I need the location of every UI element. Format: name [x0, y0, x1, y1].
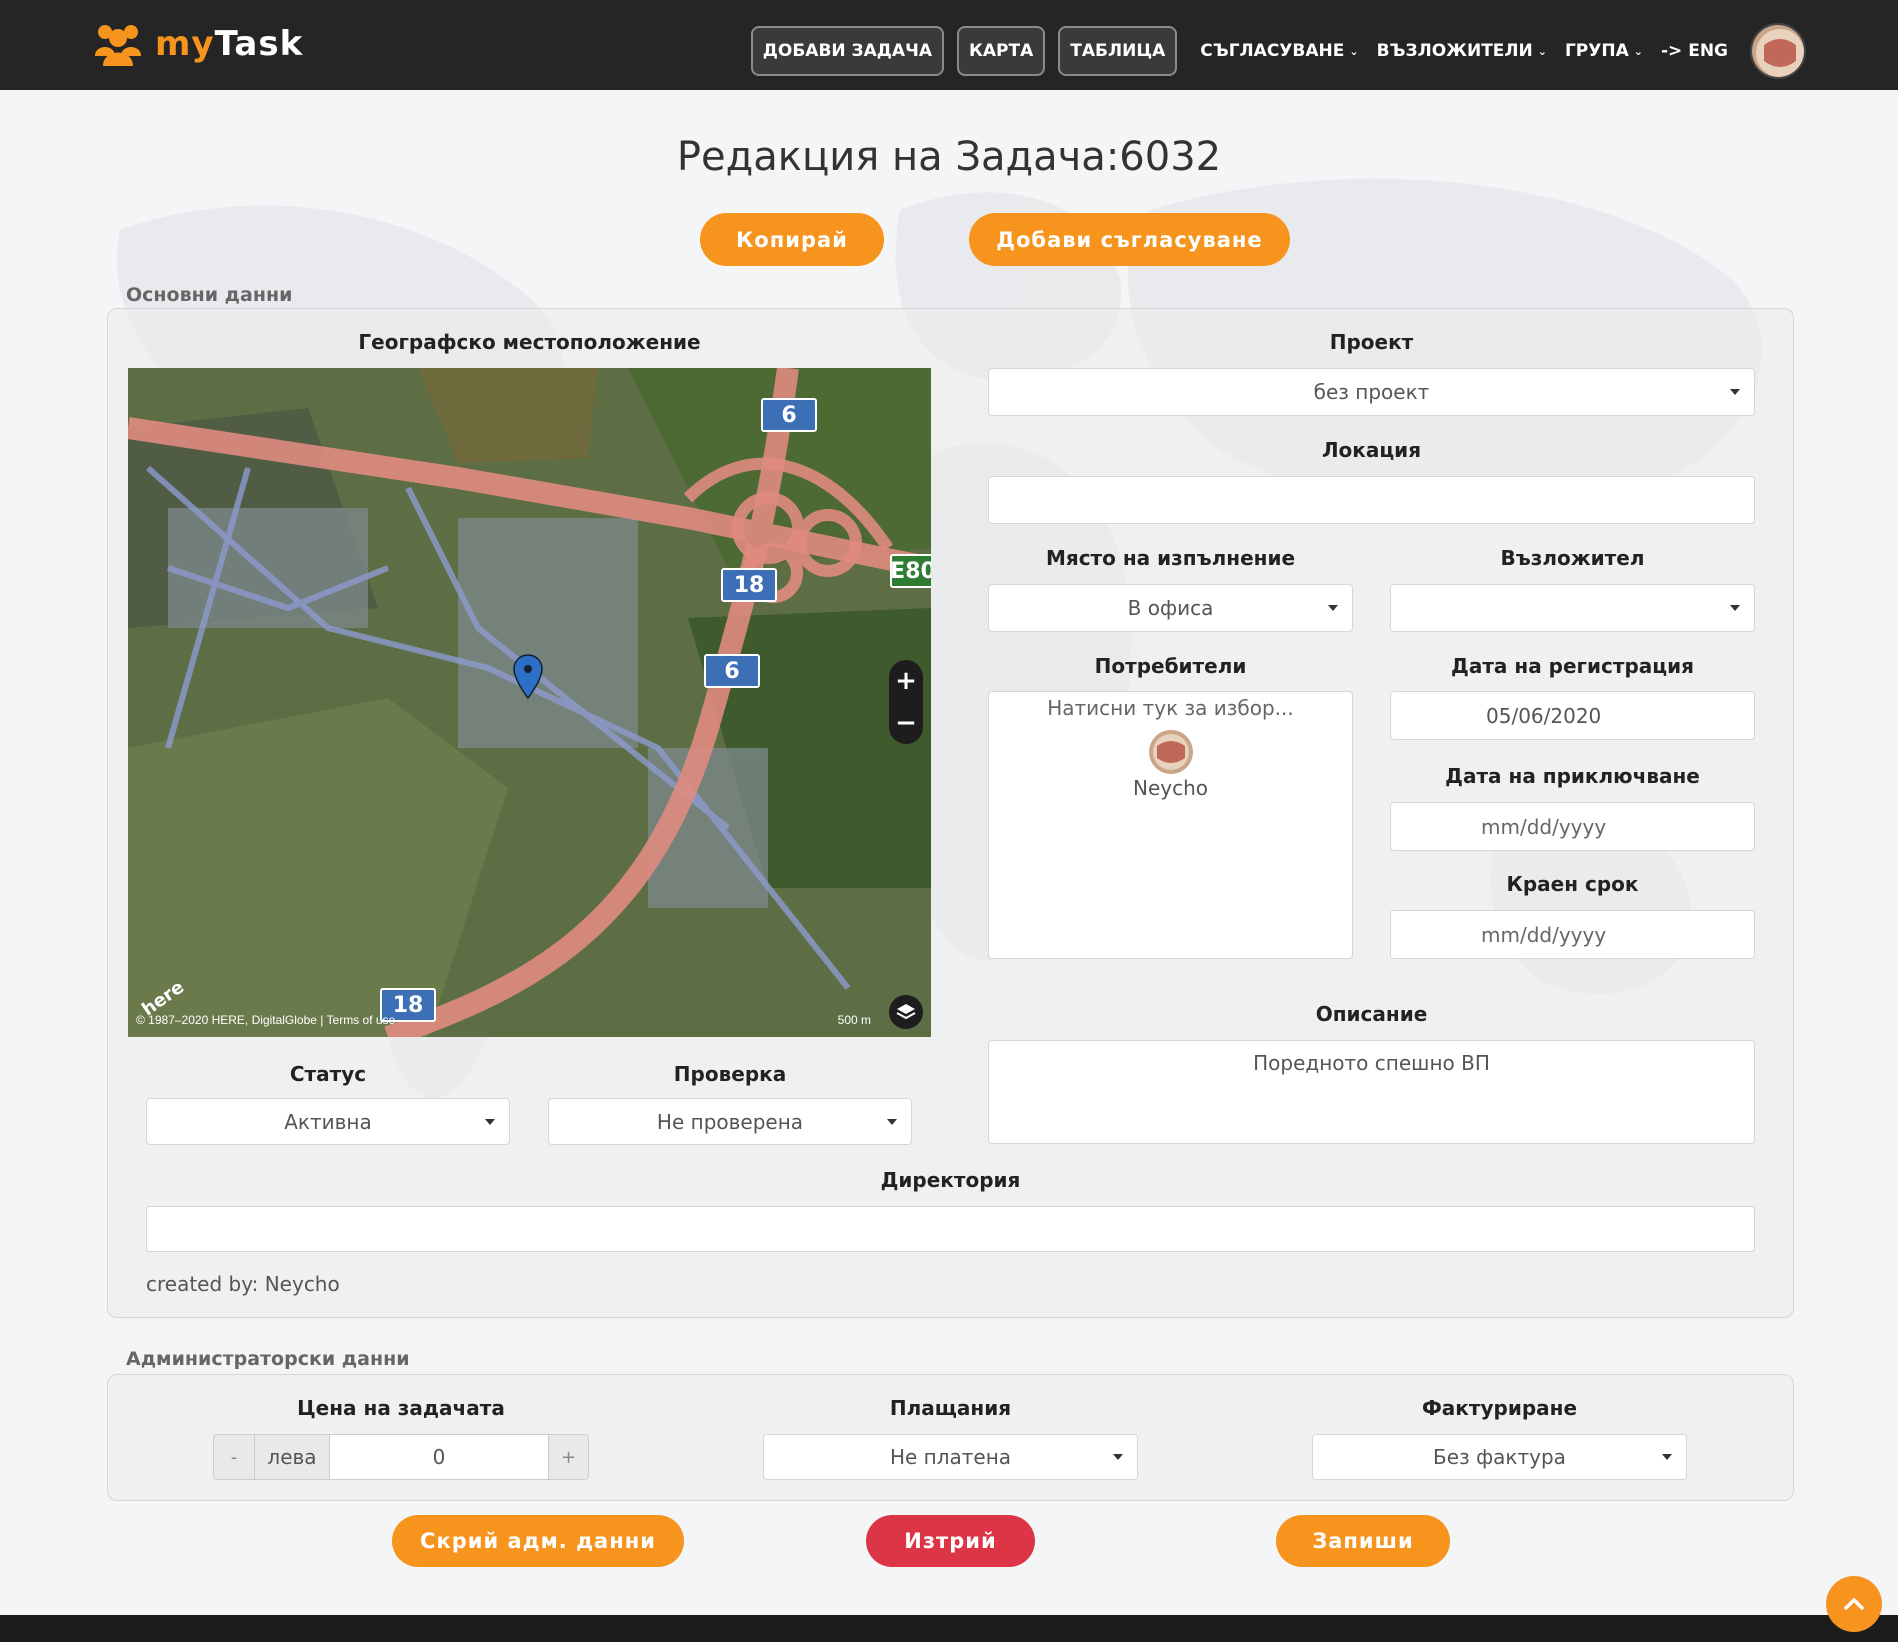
project-label: Проект [1329, 330, 1414, 354]
price-currency: лева [254, 1435, 330, 1479]
place-value: В офиса [1127, 596, 1214, 620]
location-input[interactable] [988, 476, 1755, 524]
nav-language-link[interactable]: -> ENG [1661, 41, 1728, 61]
zoom-in-button[interactable]: + [895, 666, 917, 696]
team-icon [95, 25, 141, 66]
price-label: Цена на задачата [297, 1396, 505, 1420]
map-zoom-control: + − [889, 660, 923, 744]
caret-down-icon [1113, 1454, 1123, 1460]
nav-table-button[interactable]: ТАБЛИЦА [1058, 26, 1178, 76]
brand-task: Task [214, 24, 304, 64]
check-label: Проверка [673, 1062, 787, 1086]
description-textarea[interactable]: Поредното спешно ВП [988, 1040, 1755, 1144]
road-shield-e80: E80 [890, 554, 931, 588]
geo-location-label: Географско местоположение [358, 330, 701, 354]
users-label: Потребители [1094, 654, 1247, 678]
price-decrement-button[interactable]: - [214, 1435, 254, 1479]
directory-label: Директория [880, 1168, 1021, 1192]
users-placeholder: Натисни тук за избор... [1047, 696, 1294, 720]
end-date-label: Дата на приключване [1445, 764, 1700, 788]
nav-approval-label: СЪГЛАСУВАНЕ [1200, 41, 1345, 61]
nav-assigners-dropdown[interactable]: ВЪЗЛОЖИТЕЛИ ⌄ [1377, 41, 1547, 61]
registration-date-input[interactable]: 05/06/2020 [1390, 691, 1755, 740]
place-select[interactable]: В офиса [988, 584, 1353, 632]
admin-data-section-label: Администраторски данни [126, 1348, 410, 1370]
registration-date-label: Дата на регистрация [1451, 654, 1694, 678]
price-increment-button[interactable]: + [548, 1435, 588, 1479]
created-by-text: created by: Neycho [146, 1272, 340, 1296]
user-chip-name: Neycho [1132, 776, 1208, 800]
road-shield-6: 6 [704, 654, 760, 688]
nav-group-dropdown[interactable]: ГРУПА ⌄ [1565, 41, 1643, 61]
layers-icon [896, 1004, 916, 1020]
nav-assigners-label: ВЪЗЛОЖИТЕЛИ [1376, 41, 1533, 61]
status-value: Активна [284, 1109, 372, 1134]
caret-down-icon [1730, 605, 1740, 611]
price-input[interactable]: 0 [330, 1435, 548, 1479]
check-value: Не проверена [656, 1109, 804, 1134]
map-scale: 500 m [837, 1013, 871, 1027]
assigner-select[interactable] [1390, 584, 1755, 632]
road-shield-18: 18 [721, 568, 777, 602]
assigner-label: Възложител [1500, 546, 1645, 570]
payments-value: Не платена [889, 1445, 1012, 1469]
invoicing-select[interactable]: Без фактура [1312, 1434, 1687, 1480]
nav-add-task-button[interactable]: ДОБАВИ ЗАДАЧА [750, 26, 944, 76]
brand-logo[interactable]: myTask [93, 22, 303, 66]
page-title: Редакция на Задача:6032 [676, 134, 1222, 180]
caret-down-icon [1662, 1454, 1672, 1460]
zoom-out-button[interactable]: − [895, 708, 917, 738]
description-label: Описание [1315, 1002, 1428, 1026]
nav-group-label: ГРУПА [1564, 41, 1629, 61]
nav-map-button[interactable]: КАРТА [957, 26, 1046, 76]
brand-my: my [155, 24, 215, 64]
top-navbar: myTask ДОБАВИ ЗАДАЧА КАРТА ТАБЛИЦА СЪГЛА… [0, 0, 1898, 90]
deadline-input[interactable]: mm/dd/yyyy [1390, 910, 1755, 959]
chevron-down-icon: ⌄ [1633, 44, 1643, 58]
price-input-group: - лева 0 + [213, 1434, 589, 1480]
chevron-up-icon [1844, 1598, 1864, 1610]
directory-input[interactable] [146, 1206, 1755, 1252]
copy-button[interactable]: Копирай [700, 213, 884, 266]
user-avatar-small [1148, 730, 1193, 774]
map-layers-button[interactable] [889, 995, 923, 1029]
chevron-down-icon: ⌄ [1537, 44, 1547, 58]
nav-approval-dropdown[interactable]: СЪГЛАСУВАНЕ ⌄ [1200, 41, 1358, 61]
scroll-to-top-button[interactable] [1826, 1576, 1882, 1632]
location-label: Локация [1321, 438, 1422, 462]
hide-admin-data-button[interactable]: Скрий адм. данни [392, 1515, 684, 1567]
payments-select[interactable]: Не платена [763, 1434, 1138, 1480]
footer-bar [0, 1615, 1898, 1642]
map-attribution: © 1987–2020 HERE, DigitalGlobe | Terms o… [136, 1013, 396, 1027]
chevron-down-icon: ⌄ [1349, 44, 1359, 58]
invoicing-label: Фактуриране [1421, 1396, 1578, 1420]
avatar-image [1752, 25, 1804, 77]
check-select[interactable]: Не проверена [548, 1098, 912, 1145]
caret-down-icon [1328, 605, 1338, 611]
delete-button[interactable]: Изтрий [866, 1515, 1035, 1567]
satellite-map-image [128, 368, 931, 1037]
caret-down-icon [887, 1118, 897, 1125]
road-shield-6: 6 [761, 398, 817, 432]
caret-down-icon [1730, 389, 1740, 395]
project-value: без проект [1313, 380, 1430, 404]
end-date-input[interactable]: mm/dd/yyyy [1390, 802, 1755, 851]
location-map[interactable]: 6 18 6 18 E80 + − here © 1987–2020 HERE,… [128, 368, 931, 1037]
basic-data-section-label: Основни данни [126, 284, 293, 306]
deadline-label: Краен срок [1506, 872, 1639, 896]
save-button[interactable]: Запиши [1276, 1515, 1450, 1567]
place-label: Място на изпълнение [1045, 546, 1296, 570]
status-select[interactable]: Активна [146, 1098, 510, 1145]
user-avatar[interactable] [1750, 23, 1806, 79]
invoicing-value: Без фактура [1433, 1445, 1566, 1469]
payments-label: Плащания [889, 1396, 1012, 1420]
project-select[interactable]: без проект [988, 368, 1755, 416]
status-label: Статус [289, 1062, 367, 1086]
add-approval-button[interactable]: Добави съгласуване [969, 213, 1290, 266]
caret-down-icon [485, 1118, 495, 1125]
users-select-box[interactable]: Натисни тук за избор... Neycho [988, 691, 1353, 959]
